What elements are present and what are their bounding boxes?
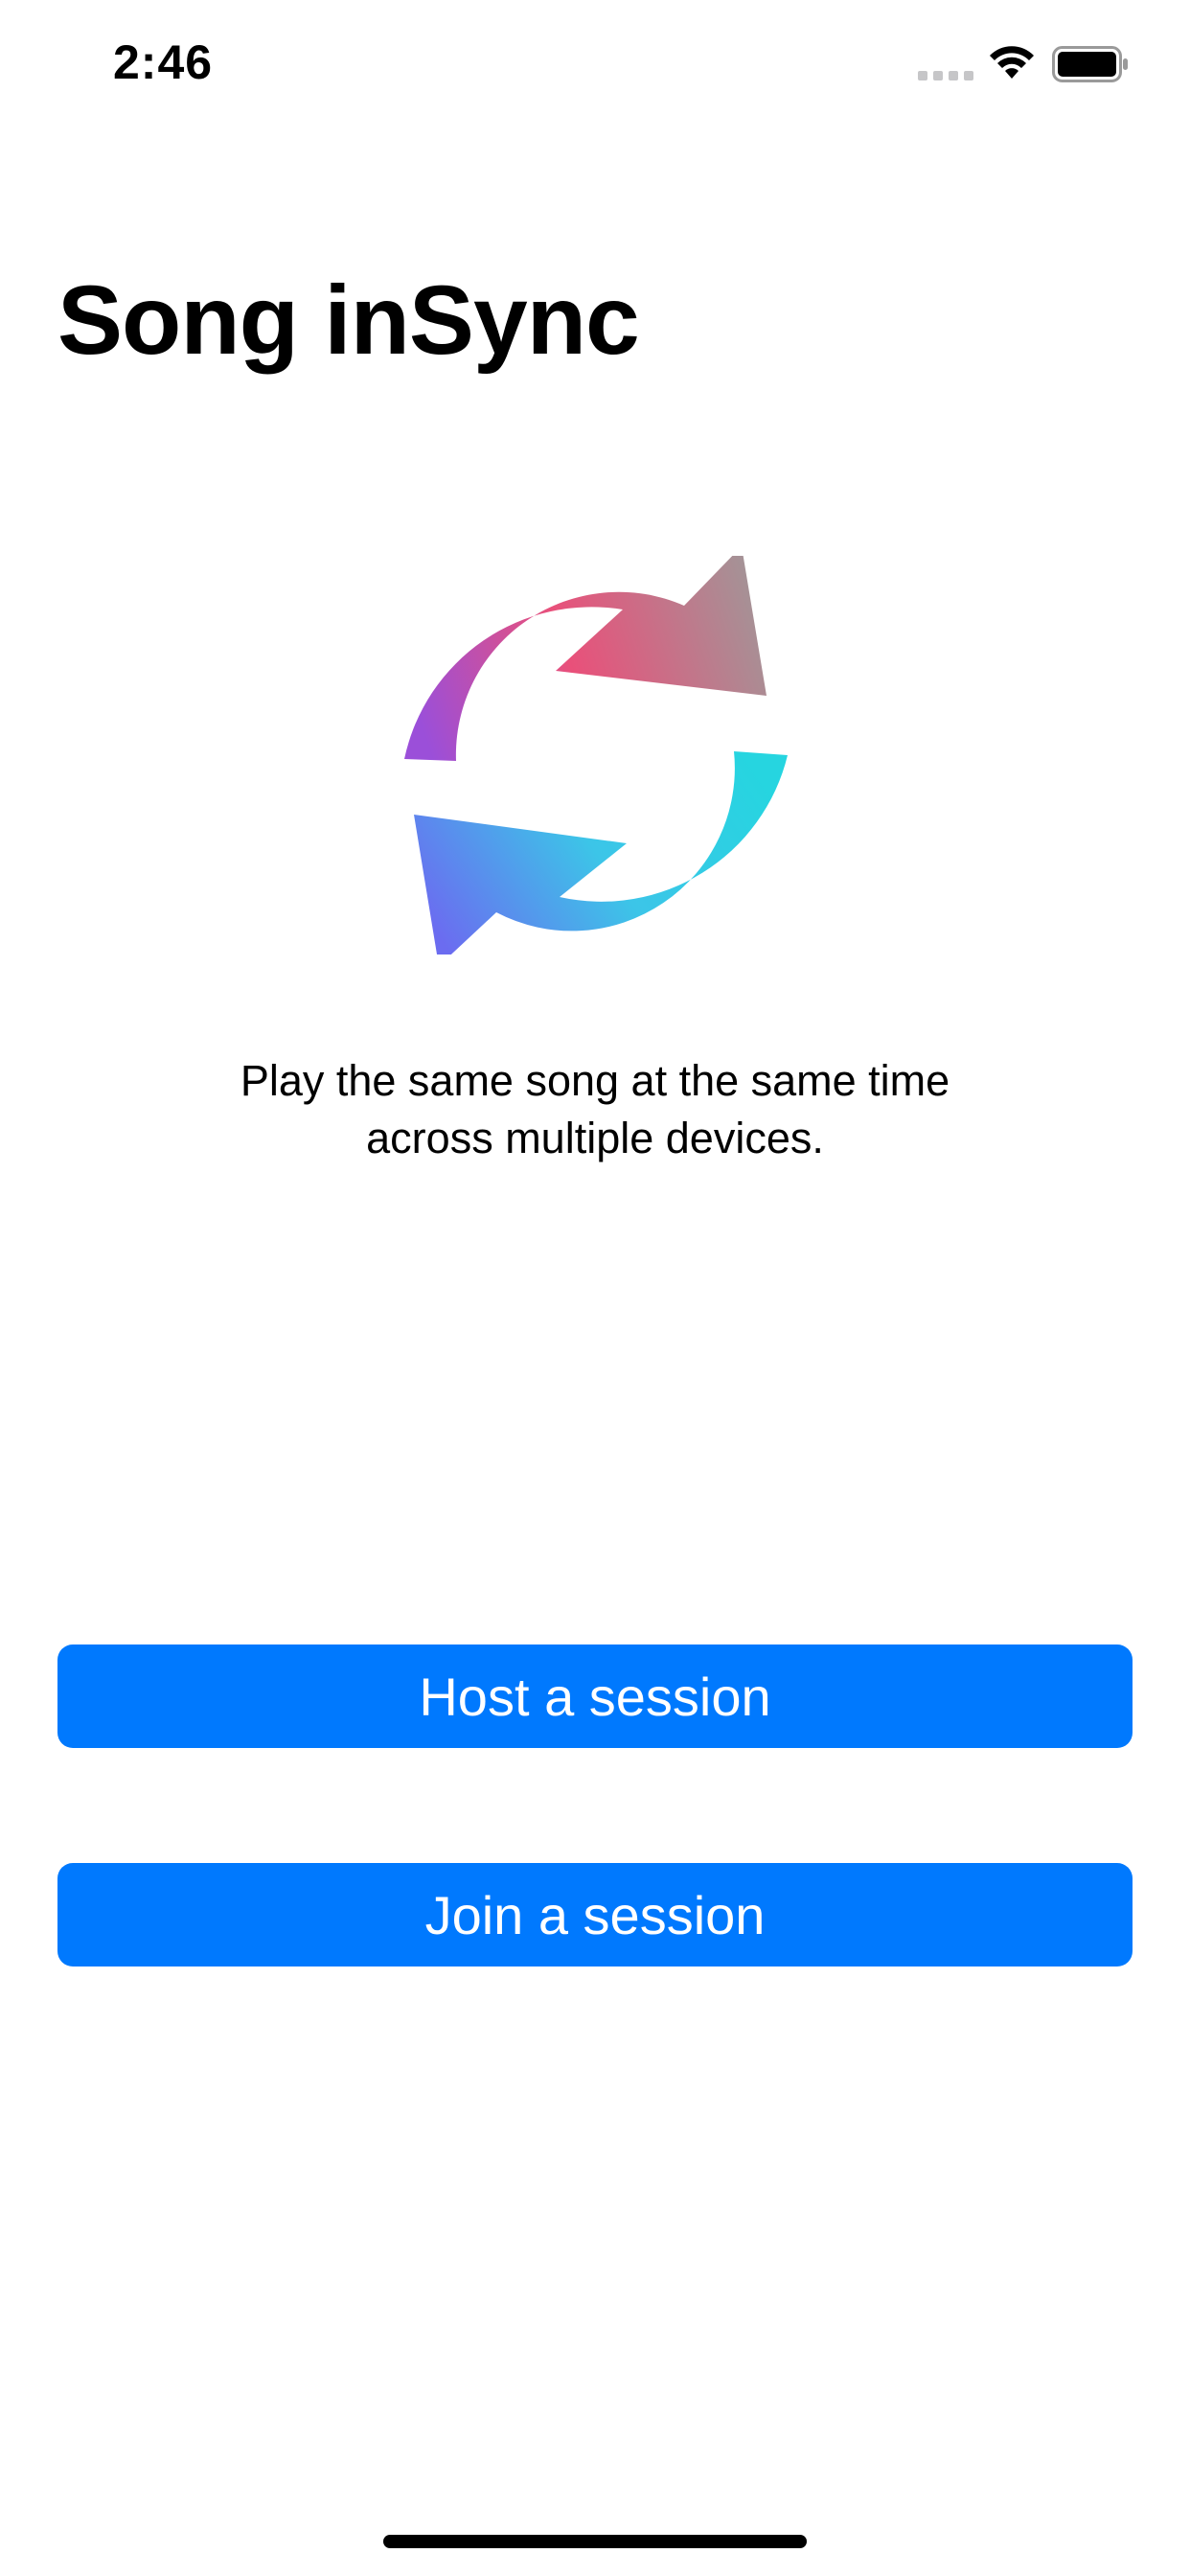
- tagline-line-2: across multiple devices.: [366, 1114, 824, 1162]
- sync-arrows-icon: [404, 556, 788, 954]
- battery-icon: [1052, 46, 1128, 82]
- status-bar: 2:46: [0, 0, 1190, 134]
- join-session-button[interactable]: Join a session: [57, 1863, 1133, 1966]
- home-indicator[interactable]: [383, 2535, 807, 2548]
- status-time: 2:46: [113, 35, 214, 89]
- host-session-button[interactable]: Host a session: [57, 1644, 1133, 1748]
- cellular-signal-icon: [918, 71, 973, 80]
- page-title: Song inSync: [57, 265, 640, 375]
- wifi-icon: [990, 46, 1034, 79]
- tagline: Play the same song at the same time acro…: [0, 1052, 1190, 1167]
- tagline-line-1: Play the same song at the same time: [240, 1056, 950, 1105]
